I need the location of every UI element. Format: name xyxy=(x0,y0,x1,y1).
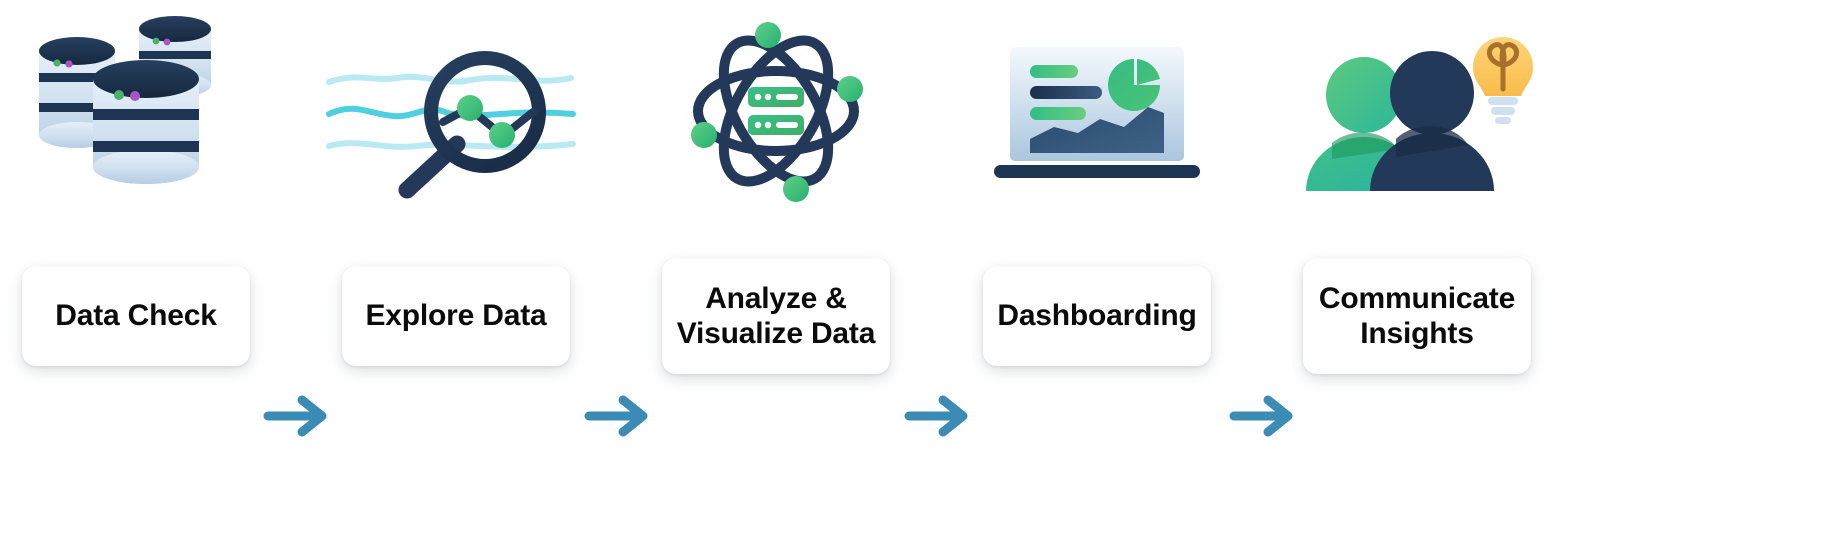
arrow-right-icon xyxy=(903,388,977,444)
process-step-communicate-insights[interactable]: Communicate Insights xyxy=(1257,0,1577,535)
arrow-right-icon xyxy=(262,388,336,444)
step-label-text: Communicate Insights xyxy=(1318,281,1516,350)
step-label-card-data-check[interactable]: Data Check xyxy=(22,266,250,366)
step-label-card-dashboarding[interactable]: Dashboarding xyxy=(983,266,1211,366)
arrow-right-icon xyxy=(1228,388,1302,444)
step-label-card-communicate-insights[interactable]: Communicate Insights xyxy=(1303,258,1531,374)
databases-icon xyxy=(0,6,296,216)
process-flow-diagram: Data Check Explore Data Analyze & Visual… xyxy=(0,0,1827,535)
step-label-text: Dashboarding xyxy=(997,299,1197,333)
process-step-data-check[interactable]: Data Check xyxy=(0,0,296,535)
arrow-right-icon xyxy=(583,388,657,444)
laptop-dashboard-icon xyxy=(937,6,1257,216)
step-label-text: Analyze & Visualize Data xyxy=(676,281,876,350)
step-label-text: Explore Data xyxy=(365,299,547,333)
atom-server-icon xyxy=(616,6,936,216)
magnifying-glass-line-chart-icon xyxy=(296,6,616,216)
people-lightbulb-icon xyxy=(1257,6,1577,216)
process-step-analyze-visualize-data[interactable]: Analyze & Visualize Data xyxy=(616,0,936,535)
step-label-card-explore-data[interactable]: Explore Data xyxy=(342,266,570,366)
step-label-card-analyze-visualize-data[interactable]: Analyze & Visualize Data xyxy=(662,258,890,374)
process-step-dashboarding[interactable]: Dashboarding xyxy=(937,0,1257,535)
step-label-text: Data Check xyxy=(55,299,217,333)
process-step-explore-data[interactable]: Explore Data xyxy=(296,0,616,535)
